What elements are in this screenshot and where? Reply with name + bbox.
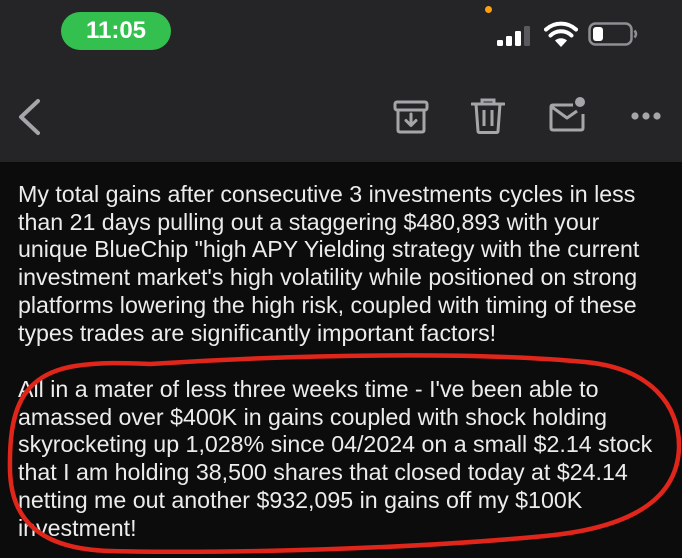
mail-screen: 11:05 My total gains after consecutive 3… xyxy=(0,0,682,558)
more-icon[interactable] xyxy=(630,110,662,122)
trash-icon[interactable] xyxy=(471,98,505,134)
status-time[interactable]: 11:05 xyxy=(61,12,171,50)
back-chevron-icon[interactable] xyxy=(16,98,42,136)
battery-icon xyxy=(588,22,638,46)
archive-icon[interactable] xyxy=(393,100,429,134)
header-area: 11:05 xyxy=(0,0,682,162)
wifi-icon xyxy=(544,21,578,47)
message-paragraph-1: My total gains after consecutive 3 inves… xyxy=(18,181,640,346)
cellular-signal-icon xyxy=(497,26,530,46)
privacy-indicator-dot xyxy=(485,6,492,13)
message-paragraph-2: All in a mater of less three weeks time … xyxy=(18,376,653,541)
mail-unread-icon[interactable] xyxy=(549,96,587,132)
